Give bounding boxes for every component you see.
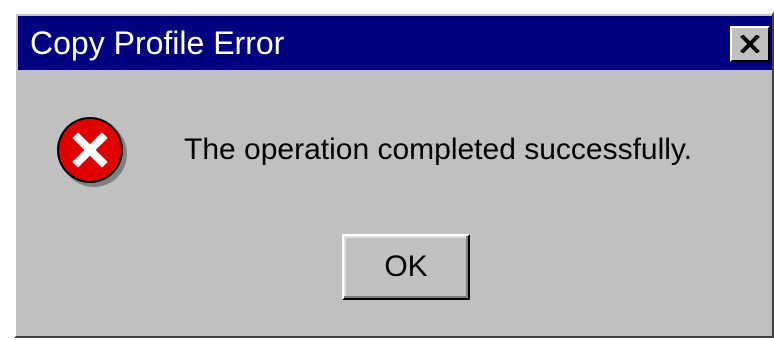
close-button[interactable] [730,26,770,62]
error-icon [54,114,130,190]
title-bar[interactable]: Copy Profile Error [18,16,772,70]
ok-button[interactable]: OK [342,234,470,300]
copy-profile-error-dialog: Copy Profile Error The operation complet… [14,12,774,338]
close-icon [740,35,760,53]
error-message: The operation completed successfully. [184,133,693,166]
dialog-title: Copy Profile Error [30,25,285,61]
